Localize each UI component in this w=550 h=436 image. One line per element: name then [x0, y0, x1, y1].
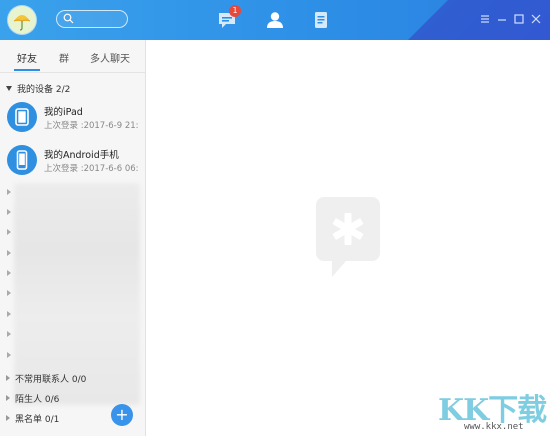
main-panel	[146, 40, 550, 436]
active-tab-indicator	[14, 69, 40, 71]
contacts-sidebar: 好友 群 多人聊天 我的设备 2/2 我的iPad 上次登录 :2017-6-9…	[0, 40, 146, 436]
device-last-login: 上次登录 :2017-6-9 21:0	[44, 121, 139, 131]
collapsed-group-arrow-icon[interactable]	[7, 250, 11, 256]
device-last-login: 上次登录 :2017-6-6 06:3	[44, 164, 139, 174]
contacts-icon[interactable]	[264, 9, 286, 31]
app-logo-icon	[316, 197, 380, 277]
collapse-arrow-icon	[6, 415, 10, 421]
collapsed-group-arrow-icon[interactable]	[7, 189, 11, 195]
search-box[interactable]	[56, 10, 128, 28]
files-icon[interactable]	[310, 9, 332, 31]
group-label: 黑名单	[15, 415, 43, 425]
tab-groups[interactable]: 群	[59, 50, 69, 65]
title-bar: 1	[0, 0, 550, 40]
search-icon	[63, 13, 74, 24]
collapse-arrow-icon	[6, 395, 10, 401]
group-infrequent[interactable]: 不常用联系人 0/0	[6, 372, 86, 385]
group-label: 不常用联系人	[15, 375, 70, 385]
tab-multi-chat[interactable]: 多人聊天	[90, 50, 130, 65]
device-item-ipad[interactable]: 我的iPad 上次登录 :2017-6-9 21:0	[0, 100, 145, 136]
avatar[interactable]	[8, 6, 36, 34]
collapsed-group-arrow-icon[interactable]	[7, 290, 11, 296]
minimize-icon[interactable]	[495, 12, 509, 26]
group-count: 0/6	[44, 395, 60, 405]
collapsed-group-arrow-icon[interactable]	[7, 209, 11, 215]
collapsed-group-arrow-icon[interactable]	[7, 352, 11, 358]
collapsed-group-arrow-icon[interactable]	[7, 270, 11, 276]
group-label: 陌生人	[15, 395, 43, 405]
close-icon[interactable]	[529, 12, 543, 26]
message-badge: 1	[229, 5, 241, 17]
menu-icon[interactable]	[478, 12, 492, 26]
device-name: 我的Android手机	[44, 150, 119, 161]
group-count: 0/1	[44, 415, 60, 425]
group-my-devices[interactable]: 我的设备 2/2	[6, 82, 70, 95]
watermark-url: www.kkx.net	[464, 422, 524, 432]
expand-arrow-icon	[6, 86, 12, 91]
group-count: 2/2	[55, 85, 71, 95]
maximize-icon[interactable]	[512, 12, 526, 26]
contact-tabs: 好友 群 多人聊天	[0, 40, 145, 73]
tablet-icon	[7, 102, 37, 132]
group-label: 我的设备	[17, 85, 54, 95]
group-blacklist[interactable]: 黑名单 0/1	[6, 412, 59, 425]
device-item-android[interactable]: 我的Android手机 上次登录 :2017-6-6 06:3	[0, 143, 145, 179]
group-strangers[interactable]: 陌生人 0/6	[6, 392, 59, 405]
collapsed-group-arrow-icon[interactable]	[7, 229, 11, 235]
collapse-arrow-icon	[6, 375, 10, 381]
collapsed-group-arrow-icon[interactable]	[7, 331, 11, 337]
tab-friends[interactable]: 好友	[17, 50, 37, 65]
phone-icon	[7, 145, 37, 175]
device-name: 我的iPad	[44, 107, 83, 118]
collapsed-group-arrow-icon[interactable]	[7, 311, 11, 317]
add-contact-button[interactable]: +	[111, 404, 133, 426]
group-count: 0/0	[71, 375, 87, 385]
search-input[interactable]	[77, 12, 123, 25]
